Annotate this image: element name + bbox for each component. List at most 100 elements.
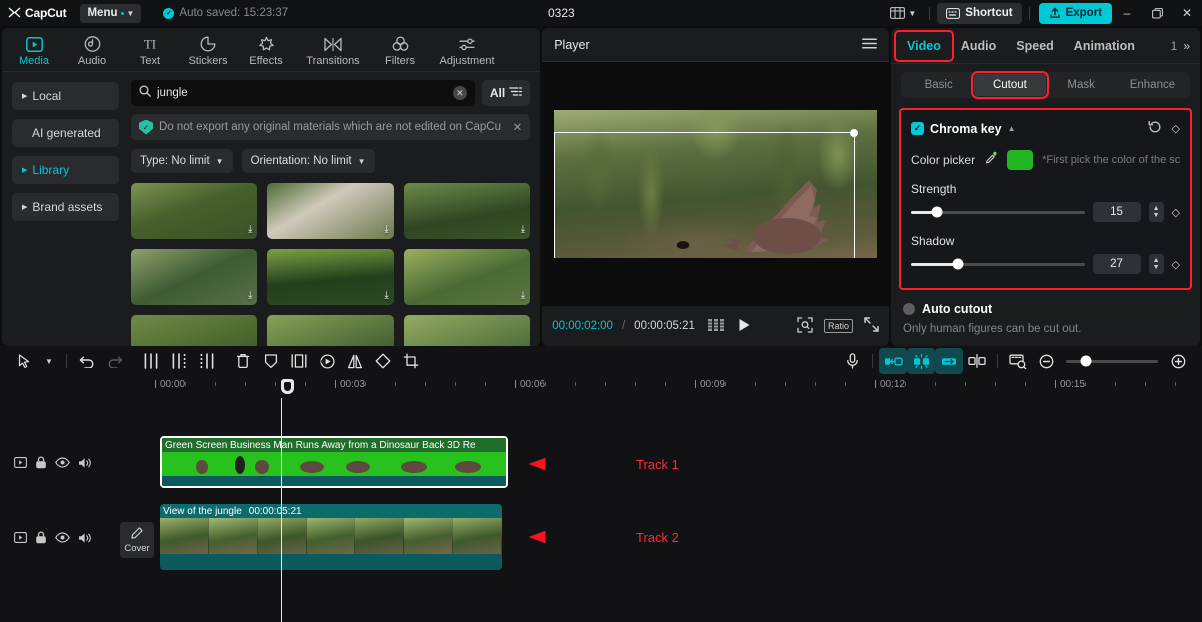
media-thumbnail[interactable]: ⤓ (131, 183, 258, 239)
strength-value[interactable]: 15 (1092, 202, 1141, 222)
undo-icon[interactable] (73, 348, 101, 374)
expand-tabs-icon[interactable]: » (1183, 39, 1190, 53)
cursor-dropdown-icon[interactable]: ▼ (38, 348, 60, 374)
selection-frame[interactable] (554, 129, 859, 258)
rotate-icon[interactable] (369, 348, 397, 374)
tab-transitions[interactable]: Transitions (296, 33, 370, 67)
delete-icon[interactable] (229, 348, 257, 374)
resize-handle[interactable] (850, 129, 859, 137)
cover-button[interactable]: Cover (120, 522, 154, 558)
subtab-enhance[interactable]: Enhance (1117, 74, 1188, 96)
close-button[interactable]: ✕ (1172, 0, 1202, 26)
player-menu-icon[interactable] (862, 37, 877, 52)
keyframe-diamond-icon[interactable]: ◇ (1172, 122, 1180, 135)
tab-text[interactable]: TI Text (122, 33, 178, 67)
video-toggle-icon[interactable] (14, 457, 27, 471)
lock-icon[interactable] (35, 531, 47, 547)
orientation-filter-dropdown[interactable]: Orientation: No limit ▼ (241, 149, 375, 173)
mirror-frame-icon[interactable] (285, 348, 313, 374)
reset-icon[interactable] (1148, 120, 1162, 137)
video-toggle-icon[interactable] (14, 532, 27, 546)
volume-icon[interactable] (78, 457, 92, 472)
tab-effects[interactable]: Effects (238, 33, 294, 67)
ratio-button[interactable]: Ratio (824, 319, 854, 333)
subtab-basic[interactable]: Basic (903, 74, 974, 96)
media-thumbnail[interactable]: ⤓ (131, 249, 258, 305)
download-icon[interactable]: ⤓ (521, 224, 525, 235)
media-thumbnail[interactable]: ⤓ (131, 315, 258, 346)
redo-icon[interactable] (101, 348, 129, 374)
auto-align-left-icon[interactable] (879, 348, 907, 374)
auto-cutout-checkbox[interactable] (903, 303, 916, 315)
microphone-icon[interactable] (838, 348, 866, 374)
close-notice-icon[interactable]: ✕ (513, 120, 523, 134)
tab-audio[interactable]: Audio (64, 33, 120, 67)
media-thumbnail[interactable]: ⤓ (267, 315, 394, 346)
strength-slider-track[interactable] (911, 206, 1085, 218)
playhead[interactable] (281, 398, 282, 622)
timeline-ruler[interactable]: 00:00 00:03 00:06 00:09 00:12 00:15 (0, 376, 1202, 398)
play-button[interactable] (738, 318, 751, 335)
zoom-out-icon[interactable] (1032, 348, 1060, 374)
select-cursor-icon[interactable] (10, 348, 38, 374)
keyframe-panel-icon[interactable] (1004, 348, 1032, 374)
tab-audio[interactable]: Audio (951, 33, 1006, 59)
zoom-fit-icon[interactable] (797, 316, 813, 336)
all-filter-button[interactable]: All (481, 80, 531, 106)
volume-icon[interactable] (78, 532, 92, 547)
media-thumbnail[interactable]: ⤓ (267, 249, 394, 305)
download-icon[interactable]: ⤓ (521, 290, 525, 301)
download-icon[interactable]: ⤓ (248, 290, 252, 301)
media-thumbnail[interactable]: ⤓ (403, 249, 531, 305)
minimize-button[interactable]: – (1112, 0, 1142, 26)
crop-icon[interactable] (397, 348, 425, 374)
trim-left-icon[interactable] (165, 348, 193, 374)
media-thumbnail[interactable]: ⤓ (403, 315, 531, 346)
tab-video[interactable]: Video (894, 29, 954, 62)
eye-icon[interactable] (55, 457, 70, 471)
zoom-in-icon[interactable] (1164, 348, 1192, 374)
download-icon[interactable]: ⤓ (384, 290, 388, 301)
tab-animation[interactable]: Animation (1064, 33, 1145, 59)
subtab-cutout[interactable]: Cutout (971, 71, 1049, 99)
auto-align-right-icon[interactable] (935, 348, 963, 374)
split-marker-icon[interactable] (963, 348, 991, 374)
type-filter-dropdown[interactable]: Type: No limit ▼ (131, 149, 233, 173)
search-input[interactable] (157, 87, 447, 99)
chevron-up-icon[interactable]: ▲ (1008, 124, 1016, 133)
eye-icon[interactable] (55, 532, 70, 546)
shadow-value[interactable]: 27 (1092, 254, 1141, 274)
trim-right-icon[interactable] (193, 348, 221, 374)
menu-button[interactable]: Menu ▼ (80, 3, 142, 23)
clear-search-icon[interactable]: ✕ (452, 86, 467, 100)
download-icon[interactable]: ⤓ (248, 224, 252, 235)
download-icon[interactable]: ⤓ (384, 224, 388, 235)
media-thumbnail[interactable]: ⤓ (403, 183, 531, 239)
shadow-stepper[interactable]: ▲ ▼ (1148, 254, 1164, 274)
shadow-slider-knob[interactable] (952, 258, 964, 270)
lock-icon[interactable] (35, 456, 47, 472)
split-icon[interactable] (137, 348, 165, 374)
timeline-clip-track2[interactable]: View of the jungle 00:00:05:21 (160, 504, 502, 570)
chroma-key-checkbox[interactable]: ✓ (911, 122, 925, 135)
search-box[interactable]: ✕ (131, 80, 475, 106)
subtab-mask[interactable]: Mask (1046, 74, 1117, 96)
tab-media[interactable]: Media (6, 33, 62, 67)
sidebar-item-brand-assets[interactable]: ▶ Brand assets (12, 193, 119, 221)
media-thumbnail[interactable]: ⤓ (267, 183, 394, 239)
flip-icon[interactable] (341, 348, 369, 374)
reverse-icon[interactable] (313, 348, 341, 374)
tab-stickers[interactable]: Stickers (180, 33, 236, 67)
playhead-handle[interactable] (281, 379, 294, 394)
fullscreen-icon[interactable] (864, 317, 879, 335)
picked-color-swatch[interactable] (1007, 150, 1034, 170)
tab-filters[interactable]: Filters (372, 33, 428, 67)
sidebar-item-local[interactable]: ▶ Local (12, 82, 119, 110)
timeline-clip-track1[interactable]: Green Screen Business Man Runs Away from… (160, 436, 508, 488)
strength-slider-knob[interactable] (931, 206, 943, 218)
sidebar-item-ai-generated[interactable]: AI generated (12, 119, 119, 147)
export-button[interactable]: Export (1038, 2, 1112, 24)
tab-speed[interactable]: Speed (1006, 33, 1064, 59)
timeline-zoom-slider[interactable] (1066, 355, 1158, 367)
keyframe-diamond-icon[interactable]: ◇ (1172, 258, 1180, 271)
